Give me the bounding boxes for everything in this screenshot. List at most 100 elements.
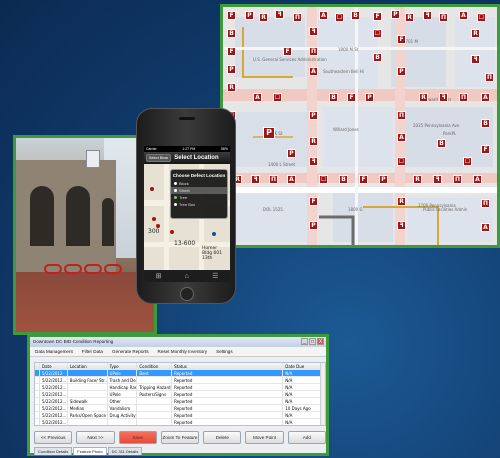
defect-marker-icon[interactable]: P <box>263 127 275 139</box>
defect-marker-icon[interactable]: Ŕ <box>397 197 406 206</box>
column-header-location[interactable]: Location <box>68 363 108 369</box>
option-street[interactable]: Street <box>171 187 227 194</box>
defect-marker-icon[interactable]: B <box>227 29 236 38</box>
defect-marker-icon[interactable]: Π <box>459 93 468 102</box>
defect-marker-icon[interactable]: ꟻ <box>309 157 318 166</box>
menu-generate-reports[interactable]: Generate Reports <box>112 349 149 354</box>
move-point-button[interactable]: Move Point <box>245 431 284 444</box>
defect-marker-icon[interactable]: ꟻ <box>251 175 260 184</box>
defect-marker-icon[interactable]: F <box>373 12 382 21</box>
defect-marker-icon[interactable]: Π <box>481 199 490 208</box>
table-row[interactable]: 5/22/2012... Median Vandalism Reported 10 Da… <box>35 405 325 412</box>
defect-marker-icon[interactable]: Π <box>439 13 448 22</box>
defect-marker-icon[interactable]: P <box>391 10 400 19</box>
table-row[interactable]: 5/22/2012... Parks/Open Space Drug Activit… <box>35 412 325 419</box>
defect-marker-icon[interactable]: F <box>309 197 318 206</box>
defect-marker-icon[interactable]: ꟻ <box>433 175 442 184</box>
tab-feature-photo[interactable]: Feature Photo <box>73 447 107 455</box>
defect-marker-icon[interactable]: ꟻ <box>471 55 480 64</box>
defect-marker-icon[interactable]: Π <box>309 47 318 56</box>
defect-marker-icon[interactable]: B <box>329 93 338 102</box>
save-button[interactable]: Save <box>118 431 157 444</box>
column-header-status[interactable]: Status <box>172 363 284 369</box>
defect-marker-icon[interactable]: A <box>473 175 482 184</box>
defect-marker-icon[interactable]: A <box>319 11 328 20</box>
add-button[interactable]: Add <box>287 431 326 444</box>
defect-marker-icon[interactable]: ☐ <box>319 175 328 184</box>
defect-marker-icon[interactable]: B <box>351 11 360 20</box>
defect-marker-icon[interactable]: F <box>397 35 406 44</box>
table-row[interactable]: 5/22/2012... Handicap RampTripping Hazard… <box>35 384 325 391</box>
defect-marker-icon[interactable]: ☐ <box>397 157 406 166</box>
defect-marker-icon[interactable]: ☐ <box>335 13 344 22</box>
defect-marker-icon[interactable]: A <box>253 93 262 102</box>
defect-marker-icon[interactable]: A <box>287 175 296 184</box>
defect-marker-icon[interactable]: ☐ <box>477 13 486 22</box>
defect-marker-icon[interactable]: P <box>245 11 254 20</box>
defect-marker-icon[interactable]: B <box>373 53 382 62</box>
previous-button[interactable]: << Previous <box>34 431 73 444</box>
option-tree-box[interactable]: Tree Box <box>171 201 227 208</box>
defect-marker-icon[interactable]: Ŕ <box>259 13 268 22</box>
menu-reset-monthly-inventory[interactable]: Reset Monthly Inventory <box>158 349 208 354</box>
defect-marker-icon[interactable]: F <box>359 175 368 184</box>
table-row[interactable]: 5/22/2012... UPole Posters/Signs Reported N/… <box>35 391 325 398</box>
defect-marker-icon[interactable]: ꟻ <box>275 10 284 19</box>
defect-marker-icon[interactable]: Π <box>293 13 302 22</box>
next-button[interactable]: Next >> <box>76 431 115 444</box>
menu-data-management[interactable]: Data Management <box>35 349 73 354</box>
defect-marker-icon[interactable]: F <box>227 47 236 56</box>
defect-marker-icon[interactable]: P <box>379 175 388 184</box>
column-header-type[interactable]: Type <box>108 363 138 369</box>
defect-marker-icon[interactable]: P <box>287 149 296 158</box>
select-block-button[interactable]: Select Block <box>146 154 172 162</box>
column-header-date-due[interactable]: Date Due <box>283 363 325 369</box>
defect-marker-icon[interactable]: Π <box>397 111 406 120</box>
defect-marker-icon[interactable]: ☐ <box>463 157 472 166</box>
column-header-condition[interactable]: Condition <box>137 363 173 369</box>
defect-marker-icon[interactable]: Ŕ <box>413 175 422 184</box>
delete-button[interactable]: Delete <box>203 431 242 444</box>
defect-marker-icon[interactable]: ☐ <box>273 93 282 102</box>
table-row[interactable]: 5/22/2012 UPole Bent Reported N/A <box>35 370 325 377</box>
defect-marker-icon[interactable]: A <box>481 93 490 102</box>
phone-map[interactable]: 300 13-600 Homer Bldg 601 13th Choose De… <box>144 164 230 270</box>
defect-marker-icon[interactable]: A <box>309 67 318 76</box>
defect-marker-icon[interactable]: Ŕ <box>309 137 318 146</box>
list-icon[interactable]: ☰ <box>212 272 218 280</box>
zoom-to-feature-button[interactable]: Zoom To Feature <box>160 431 200 444</box>
column-header-date[interactable]: Date <box>40 363 68 369</box>
defect-marker-icon[interactable]: Ŕ <box>227 83 236 92</box>
option-tree[interactable]: Tree <box>171 194 227 201</box>
grid-icon[interactable]: ⊞ <box>156 272 162 280</box>
defect-marker-icon[interactable]: Ŕ <box>419 93 428 102</box>
tab-dc-311-details[interactable]: DC 311 Details <box>107 447 143 455</box>
minimize-button[interactable]: _ <box>301 338 308 345</box>
defect-marker-icon[interactable]: P <box>309 221 318 230</box>
defect-marker-icon[interactable]: F <box>481 145 490 154</box>
defect-marker-icon[interactable]: B <box>437 139 446 148</box>
tab-condition-details[interactable]: Condition Details <box>34 447 73 455</box>
defect-marker-icon[interactable]: P <box>365 93 374 102</box>
defect-marker-icon[interactable]: B <box>481 119 490 128</box>
table-scrollbar[interactable] <box>320 363 325 425</box>
defect-marker-icon[interactable]: Π <box>485 73 494 82</box>
table-row[interactable]: 5/22/2012... Building Face/ Str... Trash a… <box>35 377 325 384</box>
defect-marker-icon[interactable]: ꟻ <box>423 11 432 20</box>
defect-marker-icon[interactable]: ꟻ <box>439 93 448 102</box>
defect-marker-icon[interactable]: A <box>459 11 468 20</box>
defect-marker-icon[interactable]: ꟻ <box>309 27 318 36</box>
defect-marker-icon[interactable]: F <box>347 93 356 102</box>
defect-marker-icon[interactable]: Π <box>269 175 278 184</box>
defect-marker-icon[interactable]: F <box>227 11 236 20</box>
defect-marker-icon[interactable]: Ŕ <box>405 13 414 22</box>
defect-marker-icon[interactable]: Π <box>453 175 462 184</box>
maximize-button[interactable]: □ <box>309 338 316 345</box>
menu-filter-data[interactable]: Filter Data <box>82 349 103 354</box>
defect-marker-icon[interactable]: F <box>283 47 292 56</box>
home-icon[interactable]: ⌂ <box>185 273 189 280</box>
defect-marker-icon[interactable]: P <box>397 67 406 76</box>
defect-marker-icon[interactable]: Ŕ <box>471 29 480 38</box>
menu-settings[interactable]: Settings <box>216 349 233 354</box>
defect-marker-icon[interactable]: A <box>481 223 490 232</box>
